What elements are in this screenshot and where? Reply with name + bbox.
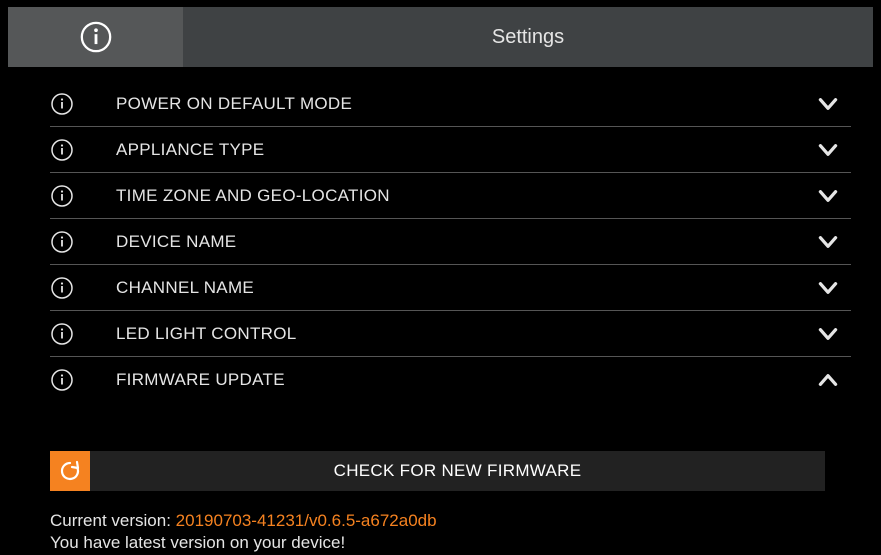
info-icon	[50, 138, 74, 162]
settings-title: Settings	[183, 26, 873, 49]
chevron-down-icon	[813, 229, 843, 255]
row-label: POWER ON DEFAULT MODE	[116, 94, 813, 114]
firmware-status-message: You have latest version on your device!	[50, 533, 851, 553]
firmware-version-line: Current version: 20190703-41231/v0.6.5-a…	[50, 511, 851, 531]
check-firmware-button[interactable]: CHECK FOR NEW FIRMWARE	[50, 451, 851, 491]
row-label: CHANNEL NAME	[116, 278, 813, 298]
info-icon	[50, 92, 74, 116]
row-label: DEVICE NAME	[116, 232, 813, 252]
row-label: LED LIGHT CONTROL	[116, 324, 813, 344]
row-label: TIME ZONE AND GEO-LOCATION	[116, 186, 813, 206]
firmware-panel: CHECK FOR NEW FIRMWARE Current version: …	[50, 451, 851, 553]
header-info-tab[interactable]	[8, 7, 183, 67]
info-icon	[50, 230, 74, 254]
row-led-light-control[interactable]: LED LIGHT CONTROL	[50, 311, 851, 357]
firmware-version-value[interactable]: 20190703-41231/v0.6.5-a672a0db	[176, 511, 437, 530]
info-icon	[50, 368, 74, 392]
firmware-version-label: Current version:	[50, 511, 176, 530]
row-time-zone-geo[interactable]: TIME ZONE AND GEO-LOCATION	[50, 173, 851, 219]
row-appliance-type[interactable]: APPLIANCE TYPE	[50, 127, 851, 173]
row-firmware-update[interactable]: FIRMWARE UPDATE	[50, 357, 851, 403]
chevron-down-icon	[813, 183, 843, 209]
info-icon	[79, 20, 113, 54]
chevron-down-icon	[813, 321, 843, 347]
chevron-down-icon	[813, 137, 843, 163]
row-label: FIRMWARE UPDATE	[116, 370, 813, 390]
row-device-name[interactable]: DEVICE NAME	[50, 219, 851, 265]
info-icon	[50, 276, 74, 300]
row-label: APPLIANCE TYPE	[116, 140, 813, 160]
settings-list: POWER ON DEFAULT MODE APPLIANCE TYPE TIM…	[8, 67, 873, 553]
chevron-down-icon	[813, 275, 843, 301]
info-icon	[50, 184, 74, 208]
chevron-up-icon	[813, 367, 843, 393]
chevron-down-icon	[813, 91, 843, 117]
refresh-icon	[50, 451, 90, 491]
settings-header: Settings	[8, 7, 873, 67]
info-icon	[50, 322, 74, 346]
row-channel-name[interactable]: CHANNEL NAME	[50, 265, 851, 311]
row-power-on-default-mode[interactable]: POWER ON DEFAULT MODE	[50, 81, 851, 127]
check-firmware-label: CHECK FOR NEW FIRMWARE	[90, 451, 825, 491]
